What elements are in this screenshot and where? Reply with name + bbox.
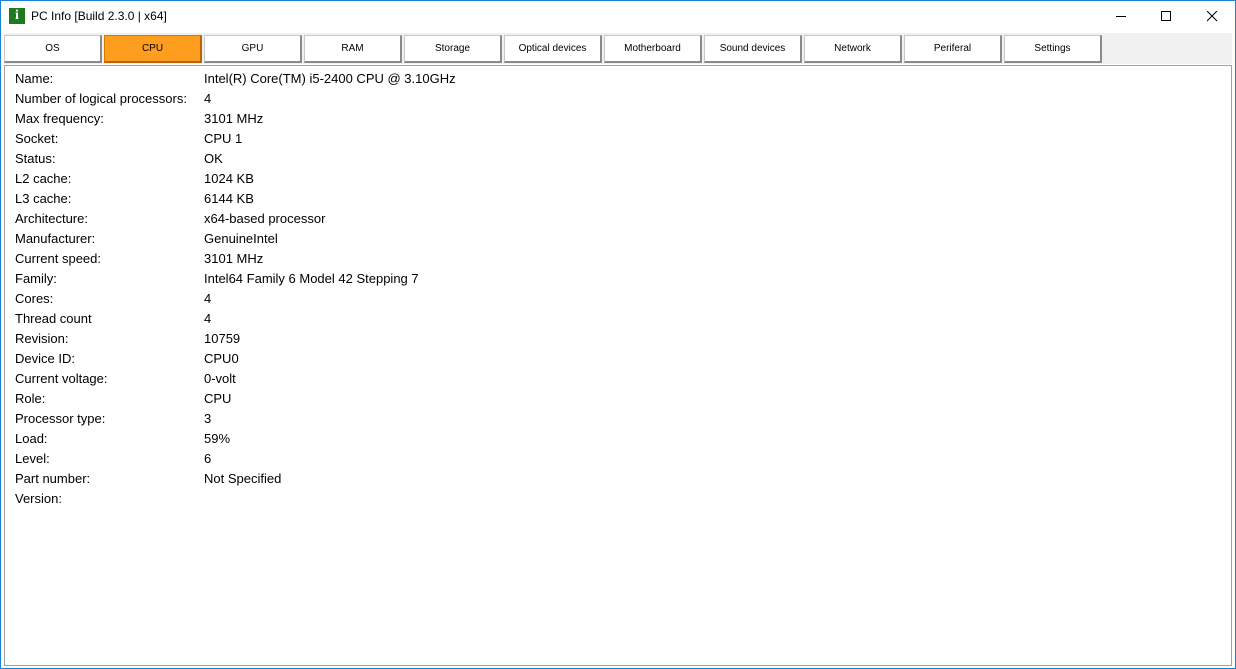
info-label: Revision: [15, 331, 69, 346]
info-row: Status: OK [15, 149, 1215, 169]
close-icon [1207, 11, 1218, 22]
info-value: 59% [204, 431, 231, 446]
info-value: Intel(R) Core(TM) i5-2400 CPU @ 3.10GHz [204, 71, 456, 86]
info-value: 1024 KB [204, 171, 254, 186]
info-row: Manufacturer: GenuineIntel [15, 229, 1215, 249]
info-row: Cores: 4 [15, 289, 1215, 309]
info-label: Max frequency: [15, 111, 104, 126]
cpu-info-panel: Name: Intel(R) Core(TM) i5-2400 CPU @ 3.1… [4, 65, 1232, 666]
info-row: Part number: Not Specified [15, 469, 1215, 489]
info-row: Architecture: x64-based processor [15, 209, 1215, 229]
info-row: Load: 59% [15, 429, 1215, 449]
tab-storage[interactable]: Storage [404, 35, 502, 63]
info-label: Thread count [15, 311, 92, 326]
info-label: L3 cache: [15, 191, 72, 206]
tab-sound-devices[interactable]: Sound devices [704, 35, 802, 63]
title-bar[interactable]: i PC Info [Build 2.3.0 | x64] [1, 1, 1235, 32]
info-value: 4 [204, 311, 212, 326]
info-row: Version: [15, 489, 1215, 509]
info-row: Thread count 4 [15, 309, 1215, 329]
info-value: CPU0 [204, 351, 239, 366]
info-label: Architecture: [15, 211, 88, 226]
info-value: 6144 KB [204, 191, 254, 206]
info-row: Revision: 10759 [15, 329, 1215, 349]
info-value: Not Specified [204, 471, 282, 486]
info-row: Device ID: CPU0 [15, 349, 1215, 369]
info-row: L3 cache: 6144 KB [15, 189, 1215, 209]
app-window: i PC Info [Build 2.3.0 | x64] OS CPU GPU RA… [0, 0, 1236, 669]
info-label: Device ID: [15, 351, 75, 366]
info-label: Level: [15, 451, 50, 466]
info-value: 3101 MHz [204, 251, 264, 266]
info-row: Name: Intel(R) Core(TM) i5-2400 CPU @ 3.1… [15, 69, 1215, 89]
close-button[interactable] [1190, 1, 1235, 31]
info-value: 3 [204, 411, 212, 426]
info-value: OK [204, 151, 223, 166]
info-label: Current voltage: [15, 371, 108, 386]
tab-periferal[interactable]: Periferal [904, 35, 1002, 63]
maximize-button[interactable] [1144, 1, 1189, 31]
info-label: Family: [15, 271, 57, 286]
info-label: Status: [15, 151, 56, 166]
tab-cpu[interactable]: CPU [104, 35, 202, 63]
info-row: Current speed: 3101 MHz [15, 249, 1215, 269]
info-value: GenuineIntel [204, 231, 278, 246]
info-value: 10759 [204, 331, 241, 346]
info-label: Role: [15, 391, 46, 406]
info-row: Socket: CPU 1 [15, 129, 1215, 149]
info-value: 3101 MHz [204, 111, 264, 126]
tab-network[interactable]: Network [804, 35, 902, 63]
tab-strip: OS CPU GPU RAM Storage Optical devices Motherb… [4, 33, 1232, 64]
info-row: Level: 6 [15, 449, 1215, 469]
tab-settings[interactable]: Settings [1004, 35, 1102, 63]
info-value: 6 [204, 451, 212, 466]
info-label: Load: [15, 431, 48, 446]
info-value: Intel64 Family 6 Model 42 Stepping 7 [204, 271, 419, 286]
window-title: PC Info [Build 2.3.0 | x64] [31, 9, 167, 23]
info-value: 4 [204, 291, 212, 306]
tab-os[interactable]: OS [4, 35, 102, 63]
info-value: 4 [204, 91, 212, 106]
tab-gpu[interactable]: GPU [204, 35, 302, 63]
minimize-icon [1116, 16, 1126, 17]
info-value: 0-volt [204, 371, 236, 386]
info-row: Family: Intel64 Family 6 Model 42 Steppin… [15, 269, 1215, 289]
app-info-icon[interactable]: i [9, 8, 25, 24]
info-row: Number of logical processors: 4 [15, 89, 1215, 109]
info-label: Current speed: [15, 251, 101, 266]
info-label: Processor type: [15, 411, 106, 426]
info-value: x64-based processor [204, 211, 326, 226]
info-label: Part number: [15, 471, 91, 486]
info-label: Name: [15, 71, 54, 86]
info-label: Version: [15, 491, 62, 506]
tab-optical-devices[interactable]: Optical devices [504, 35, 602, 63]
info-value: CPU [204, 391, 232, 406]
minimize-button[interactable] [1099, 1, 1144, 31]
info-row: L2 cache: 1024 KB [15, 169, 1215, 189]
maximize-icon [1161, 11, 1171, 21]
info-row: Max frequency: 3101 MHz [15, 109, 1215, 129]
info-label: Cores: [15, 291, 54, 306]
tab-ram[interactable]: RAM [304, 35, 402, 63]
info-label: Manufacturer: [15, 231, 96, 246]
info-label: L2 cache: [15, 171, 72, 186]
info-value: CPU 1 [204, 131, 243, 146]
info-row: Processor type: 3 [15, 409, 1215, 429]
tab-motherboard[interactable]: Motherboard [604, 35, 702, 63]
info-row: Current voltage: 0-volt [15, 369, 1215, 389]
info-row: Role: CPU [15, 389, 1215, 409]
info-label: Socket: [15, 131, 59, 146]
info-label: Number of logical processors: [15, 91, 187, 106]
